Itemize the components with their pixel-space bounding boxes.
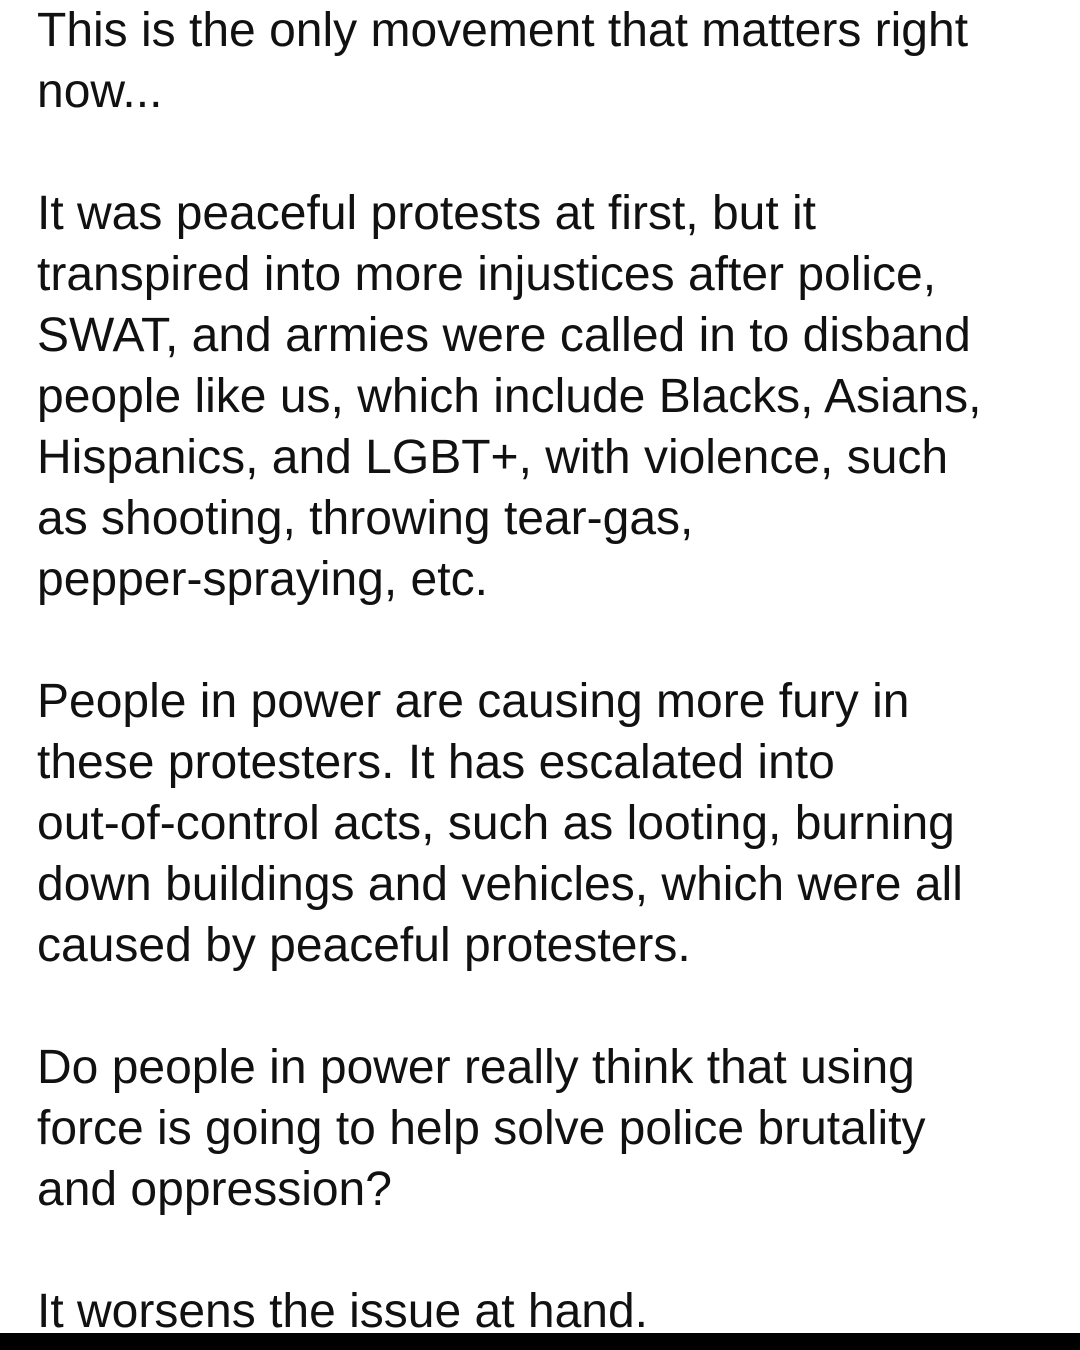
text-line: now...	[37, 65, 163, 118]
paragraph-4: Do people in power really think that usi…	[37, 1037, 1057, 1220]
text-line: Do people in power really think that usi…	[37, 1041, 915, 1094]
text-line: as shooting, throwing tear-gas,	[37, 492, 694, 545]
text-line: This is the only movement that matters r…	[37, 4, 969, 57]
text-line: force is going to help solve police brut…	[37, 1102, 926, 1155]
text-line: caused by peaceful protesters.	[37, 919, 691, 972]
paragraph-1: This is the only movement that matters r…	[37, 0, 1057, 122]
text-line: SWAT, and armies were called in to disba…	[37, 309, 971, 362]
post-text: This is the only movement that matters r…	[37, 0, 1057, 1342]
text-line: Hispanics, and LGBT+, with violence, suc…	[37, 431, 949, 484]
text-line: down buildings and vehicles, which were …	[37, 858, 963, 911]
text-line: these protesters. It has escalated into	[37, 736, 835, 789]
text-line: People in power are causing more fury in	[37, 675, 910, 728]
text-line: people like us, which include Blacks, As…	[37, 370, 982, 423]
paragraph-2: It was peaceful protests at first, but i…	[37, 183, 1057, 610]
text-line: and oppression?	[37, 1163, 392, 1216]
text-line: transpired into more injustices after po…	[37, 248, 937, 301]
text-line: out-of-control acts, such as looting, bu…	[37, 797, 955, 850]
bottom-edge-bar	[0, 1333, 1080, 1350]
text-line: pepper-spraying, etc.	[37, 553, 488, 606]
text-line: It was peaceful protests at first, but i…	[37, 187, 817, 240]
paragraph-3: People in power are causing more fury in…	[37, 671, 1057, 976]
